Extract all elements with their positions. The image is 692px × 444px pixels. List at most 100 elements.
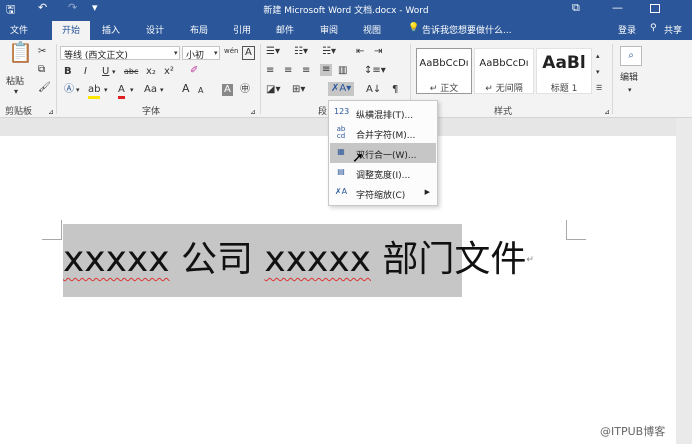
italic-button[interactable]: I xyxy=(84,66,87,78)
bullets-icon[interactable]: ☰▾ xyxy=(266,46,280,58)
chevron-down-icon[interactable]: ▾ xyxy=(628,84,632,96)
superscript-button[interactable]: x² xyxy=(164,66,174,78)
numbering-icon[interactable]: ☷▾ xyxy=(294,46,308,58)
borders-icon[interactable]: ⊞▾ xyxy=(292,84,305,96)
font-launcher-icon[interactable]: ⊿ xyxy=(250,106,256,118)
asian-layout-menu: 123 纵横混排(T)... ab cd 合并字符(M)... ▦ 双行合一(W… xyxy=(328,100,438,206)
highlight-icon[interactable]: ab xyxy=(88,84,101,99)
tab-file[interactable]: 文件 xyxy=(10,23,28,36)
font-color-icon[interactable]: A xyxy=(118,84,125,99)
shrink-font-button[interactable]: A xyxy=(198,85,203,97)
editing-button[interactable]: 编辑 xyxy=(620,72,638,84)
style-name: ↵ 无间隔 xyxy=(485,84,523,94)
clear-formatting-icon[interactable]: ✐ xyxy=(190,65,198,77)
chevron-down-icon[interactable]: ▾ xyxy=(104,84,108,96)
chevron-down-icon[interactable]: ▾ xyxy=(130,84,134,96)
text-run: 部门文件 xyxy=(370,239,527,280)
strikethrough-button[interactable]: abc xyxy=(124,66,138,78)
sort-icon[interactable]: A↓ xyxy=(366,84,381,96)
enclose-char-icon[interactable]: ㊥ xyxy=(240,84,250,96)
menu-item-label: 纵横混排(T)... xyxy=(356,111,414,121)
font-group-label: 字体 xyxy=(142,107,161,117)
multilevel-list-icon[interactable]: ☵▾ xyxy=(322,46,336,58)
shading-icon[interactable]: ◪▾ xyxy=(266,84,280,96)
clipboard-launcher-icon[interactable]: ⊿ xyxy=(48,106,54,118)
tab-references[interactable]: 引用 xyxy=(233,23,251,36)
clipboard-icon[interactable]: 📋 xyxy=(8,42,33,62)
scaling-icon: ✗A xyxy=(334,187,348,196)
decrease-indent-icon[interactable]: ⇤ xyxy=(356,46,364,58)
align-left-icon[interactable]: ≡ xyxy=(266,65,274,77)
change-case-button[interactable]: Aa xyxy=(144,84,157,96)
chevron-down-icon[interactable]: ▾ xyxy=(160,84,164,96)
cut-icon[interactable]: ✂ xyxy=(38,46,46,58)
maximize-icon[interactable] xyxy=(650,4,660,13)
chevron-down-icon[interactable]: ▾ xyxy=(174,47,178,59)
menu-item-label: 合并字符(M)... xyxy=(356,131,416,141)
tab-layout[interactable]: 布局 xyxy=(190,23,208,36)
justify-icon[interactable]: ≡ xyxy=(320,64,333,76)
margin-corner-marker xyxy=(566,220,586,240)
paragraph-mark: ↵ xyxy=(526,255,534,265)
asian-layout-button[interactable]: ✗A▾ xyxy=(328,82,355,96)
menu-item-combine-characters[interactable]: ab cd 合并字符(M)... xyxy=(330,123,436,143)
tab-review[interactable]: 审阅 xyxy=(320,23,338,36)
subscript-button[interactable]: x₂ xyxy=(146,66,156,78)
chevron-down-icon[interactable]: ▾ xyxy=(112,66,116,78)
tab-mailings[interactable]: 邮件 xyxy=(276,23,294,36)
char-border-icon[interactable]: A xyxy=(242,46,255,60)
style-no-spacing[interactable]: AaBbCcDı ↵ 无间隔 xyxy=(474,48,534,94)
share-button[interactable]: 共享 xyxy=(664,23,682,36)
style-heading-1[interactable]: AaBl 标题 1 xyxy=(536,48,592,94)
document-text[interactable]: xxxxx 公司 xxxxx 部门文件↵ xyxy=(63,238,534,282)
copy-icon[interactable]: ⧉ xyxy=(38,64,45,76)
paragraph-group-label: 段 xyxy=(318,107,328,117)
format-painter-icon[interactable]: 🖌 xyxy=(38,82,51,94)
line-spacing-icon[interactable]: ↕≡▾ xyxy=(364,65,386,77)
styles-group-label: 样式 xyxy=(494,107,513,117)
menu-item-fit-text[interactable]: ▤ 调整宽度(I)... xyxy=(330,163,436,183)
distributed-icon[interactable]: ▥ xyxy=(338,65,347,77)
mouse-cursor-icon: ➚ xyxy=(352,150,364,166)
show-marks-icon[interactable]: ¶ xyxy=(392,84,398,96)
combine-chars-icon: ab cd xyxy=(336,125,346,140)
group-divider xyxy=(260,44,261,114)
ribbon-display-icon[interactable]: ⧉ xyxy=(572,1,580,15)
align-center-icon[interactable]: ≡ xyxy=(284,65,292,77)
tell-me-box[interactable]: 告诉我您想要做什么... xyxy=(422,23,512,36)
font-name-input[interactable]: 等线 (西文正文) xyxy=(60,46,180,60)
char-shading-button[interactable]: A xyxy=(222,84,233,96)
increase-indent-icon[interactable]: ⇥ xyxy=(374,46,382,58)
tab-view[interactable]: 视图 xyxy=(363,23,381,36)
paste-dropdown-icon[interactable]: ▾ xyxy=(14,86,18,98)
title-bar: 🖫 ↶ ↷ ▾ 新建 Microsoft Word 文档.docx - Word… xyxy=(0,0,692,18)
chevron-down-icon[interactable]: ▾ xyxy=(76,84,80,96)
margin-corner-marker xyxy=(42,220,62,240)
styles-more-icon[interactable]: ☰ xyxy=(596,82,602,94)
menu-item-two-lines-in-one[interactable]: ▦ 双行合一(W)... xyxy=(330,143,436,163)
menu-item-label: 字符缩放(C) xyxy=(356,191,406,201)
window-title: 新建 Microsoft Word 文档.docx - Word xyxy=(263,6,429,16)
menu-item-combine-horizontal[interactable]: 123 纵横混排(T)... xyxy=(330,103,436,123)
vertical-scrollbar[interactable] xyxy=(676,118,692,444)
underline-button[interactable]: U xyxy=(102,66,109,78)
align-right-icon[interactable]: ≡ xyxy=(302,65,310,77)
styles-scroll-down-icon[interactable]: ▾ xyxy=(596,66,600,78)
sign-in-link[interactable]: 登录 xyxy=(618,23,636,36)
minimize-icon[interactable]: — xyxy=(612,1,623,14)
menu-item-character-scaling[interactable]: ✗A 字符缩放(C) ▶ xyxy=(330,183,436,203)
phonetic-guide-icon[interactable]: wén xyxy=(224,45,238,57)
styles-scroll-up-icon[interactable]: ▴ xyxy=(596,50,600,62)
styles-launcher-icon[interactable]: ⊿ xyxy=(604,106,610,118)
vertical-horizontal-icon: 123 xyxy=(334,107,350,116)
style-normal[interactable]: AaBbCcDı ↵ 正文 xyxy=(416,48,472,94)
lightbulb-icon: 💡 xyxy=(408,23,420,33)
search-icon[interactable]: ⌕ xyxy=(620,46,642,66)
tab-home[interactable]: 开始 xyxy=(52,21,90,40)
tab-design[interactable]: 设计 xyxy=(146,23,164,36)
chevron-down-icon[interactable]: ▾ xyxy=(214,47,218,59)
tab-insert[interactable]: 插入 xyxy=(102,23,120,36)
bold-button[interactable]: B xyxy=(64,66,72,78)
text-effects-icon[interactable]: Ⓐ xyxy=(64,84,74,96)
grow-font-button[interactable]: A xyxy=(182,83,190,95)
